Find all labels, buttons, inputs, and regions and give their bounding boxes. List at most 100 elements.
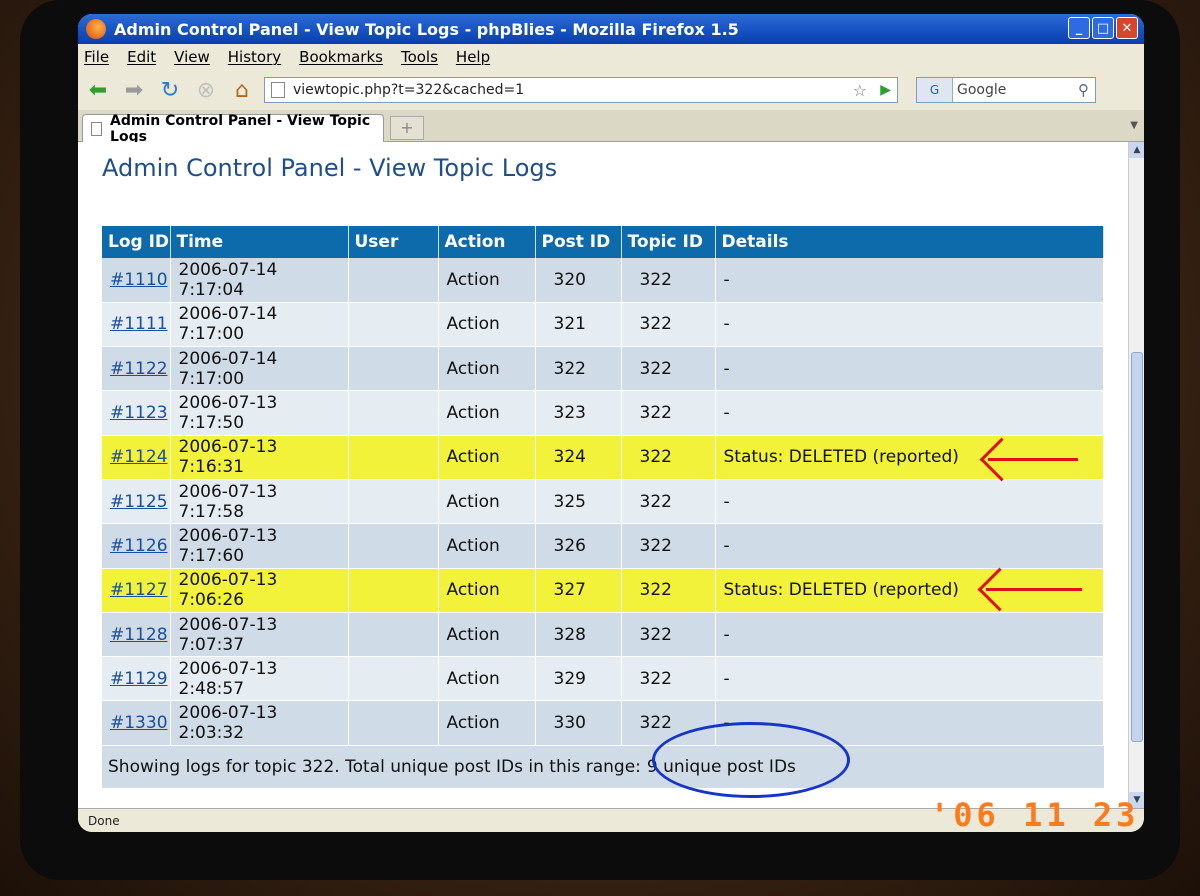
table-row: #1123 2006-07-13 7:17:50 Action 323 322-: [102, 390, 1104, 436]
topic-id-cell: 322: [621, 435, 716, 480]
firefox-logo-icon: [86, 19, 106, 39]
user-cell: [348, 435, 439, 480]
menu-file[interactable]: File: [84, 48, 109, 66]
topic-id-cell: 322: [621, 390, 716, 436]
log-id-link[interactable]: #1129: [110, 669, 168, 689]
menu-help[interactable]: Help: [456, 48, 490, 66]
search-placeholder: Google: [957, 82, 1007, 98]
user-cell: [348, 612, 439, 658]
log-id-link[interactable]: #1127: [110, 580, 168, 600]
details-cell: -: [715, 346, 1104, 392]
user-cell: [348, 302, 439, 348]
time-cell: 2006-07-13 2:03:32: [170, 700, 349, 746]
post-id-cell: 329: [535, 656, 622, 702]
camera-date-stamp: '06 11 23: [930, 796, 1140, 834]
window-controls: _ □ ✕: [1068, 17, 1138, 39]
page-icon: [271, 82, 285, 98]
time-cell: 2006-07-13 7:17:60: [170, 523, 349, 569]
action-cell: Action: [438, 656, 536, 702]
topic-id-cell: 322: [621, 523, 716, 569]
title-bar: Admin Control Panel - View Topic Logs - …: [78, 14, 1144, 44]
log-id-link[interactable]: #1126: [110, 536, 168, 556]
topic-id-cell: 322: [621, 346, 716, 392]
header-log-id[interactable]: Log ID: [102, 226, 171, 258]
log-id-link[interactable]: #1124: [110, 447, 168, 467]
log-id-link[interactable]: #1110: [110, 270, 168, 290]
log-id-link[interactable]: #1123: [102, 390, 171, 436]
log-id-link[interactable]: #1126: [102, 523, 171, 569]
details-cell: -: [715, 258, 1104, 303]
header-time[interactable]: Time: [170, 226, 349, 258]
header-topic-id[interactable]: Topic ID: [621, 226, 716, 258]
topic-id-cell: 322: [621, 568, 716, 613]
time-cell: 2006-07-14 7:17:00: [170, 302, 349, 348]
table-row: #1129 2006-07-13 2:48:57 Action 329 322-: [102, 656, 1104, 702]
close-button[interactable]: ✕: [1116, 17, 1138, 39]
minimize-button[interactable]: _: [1068, 17, 1090, 39]
post-id-cell: 330: [535, 700, 622, 746]
menu-bar: File Edit View History Bookmarks Tools H…: [78, 44, 1144, 70]
log-id-link[interactable]: #1123: [110, 403, 168, 423]
address-bar[interactable]: viewtopic.php?t=322&cached=1 ☆ ▶: [264, 77, 898, 103]
search-icon[interactable]: ⚲: [1078, 81, 1089, 99]
log-id-link[interactable]: #1125: [102, 479, 171, 525]
menu-history[interactable]: History: [228, 48, 281, 66]
time-cell: 2006-07-13 7:16:31: [170, 435, 349, 480]
action-cell: Action: [438, 258, 536, 303]
table-body: #1110 2006-07-14 7:17:04 Action 320 322- #111…: [102, 258, 1104, 746]
log-id-link[interactable]: #1129: [102, 656, 171, 702]
log-id-link[interactable]: #1111: [110, 314, 168, 334]
forward-arrow-icon[interactable]: ➡: [120, 76, 148, 104]
scroll-thumb[interactable]: [1131, 352, 1143, 742]
reload-icon[interactable]: ↻: [156, 76, 184, 104]
log-id-link[interactable]: #1127: [102, 568, 171, 613]
topic-id-cell: 322: [621, 612, 716, 658]
search-box[interactable]: G Google ⚲: [916, 77, 1096, 103]
details-cell: -: [715, 302, 1104, 348]
table-row: #1124 2006-07-13 7:16:31 Action 324 322 Statu…: [102, 435, 1104, 480]
post-id-cell: 321: [535, 302, 622, 348]
menu-bookmarks[interactable]: Bookmarks: [299, 48, 383, 66]
logs-table-container: Log ID Time User Action Post ID Topic ID…: [102, 226, 1104, 788]
log-id-link[interactable]: #1330: [110, 713, 168, 733]
stop-icon[interactable]: ⊗: [192, 76, 220, 104]
header-user[interactable]: User: [348, 226, 439, 258]
log-id-link[interactable]: #1125: [110, 492, 168, 512]
table-footer: Showing logs for topic 322. Total unique…: [102, 745, 1104, 788]
bookmark-star-icon[interactable]: ☆: [853, 81, 867, 100]
time-cell: 2006-07-13 7:17:58: [170, 479, 349, 525]
log-id-link[interactable]: #1122: [110, 359, 168, 379]
log-id-link[interactable]: #1111: [102, 302, 171, 348]
details-cell: -: [715, 390, 1104, 436]
time-cell: 2006-07-13 2:48:57: [170, 656, 349, 702]
log-id-link[interactable]: #1128: [102, 612, 171, 658]
scroll-up-icon[interactable]: ▲: [1129, 142, 1144, 158]
header-post-id[interactable]: Post ID: [535, 226, 622, 258]
new-tab-button[interactable]: +: [390, 116, 424, 140]
log-id-link[interactable]: #1330: [102, 700, 171, 746]
post-id-cell: 323: [535, 390, 622, 436]
go-arrow-icon[interactable]: ▶: [880, 82, 891, 98]
log-id-link[interactable]: #1124: [102, 435, 171, 480]
menu-view[interactable]: View: [174, 48, 210, 66]
tab-active[interactable]: Admin Control Panel - View Topic Logs: [82, 113, 384, 145]
action-cell: Action: [438, 302, 536, 348]
action-cell: Action: [438, 435, 536, 480]
user-cell: [348, 346, 439, 392]
tab-list-arrow-icon[interactable]: ▼: [1130, 120, 1138, 131]
vertical-scrollbar[interactable]: ▲ ▼: [1128, 142, 1144, 808]
header-details[interactable]: Details: [715, 226, 1104, 258]
time-cell: 2006-07-13 7:17:50: [170, 390, 349, 436]
home-icon[interactable]: ⌂: [228, 76, 256, 104]
menu-tools[interactable]: Tools: [401, 48, 438, 66]
search-engine-icon[interactable]: G: [917, 78, 953, 102]
header-action[interactable]: Action: [438, 226, 536, 258]
log-id-link[interactable]: #1110: [102, 258, 171, 303]
details-cell: -: [715, 479, 1104, 525]
back-arrow-icon[interactable]: ⬅: [84, 76, 112, 104]
menu-edit[interactable]: Edit: [127, 48, 156, 66]
maximize-button[interactable]: □: [1092, 17, 1114, 39]
log-id-link[interactable]: #1128: [110, 625, 168, 645]
post-id-cell: 327: [535, 568, 622, 613]
log-id-link[interactable]: #1122: [102, 346, 171, 392]
